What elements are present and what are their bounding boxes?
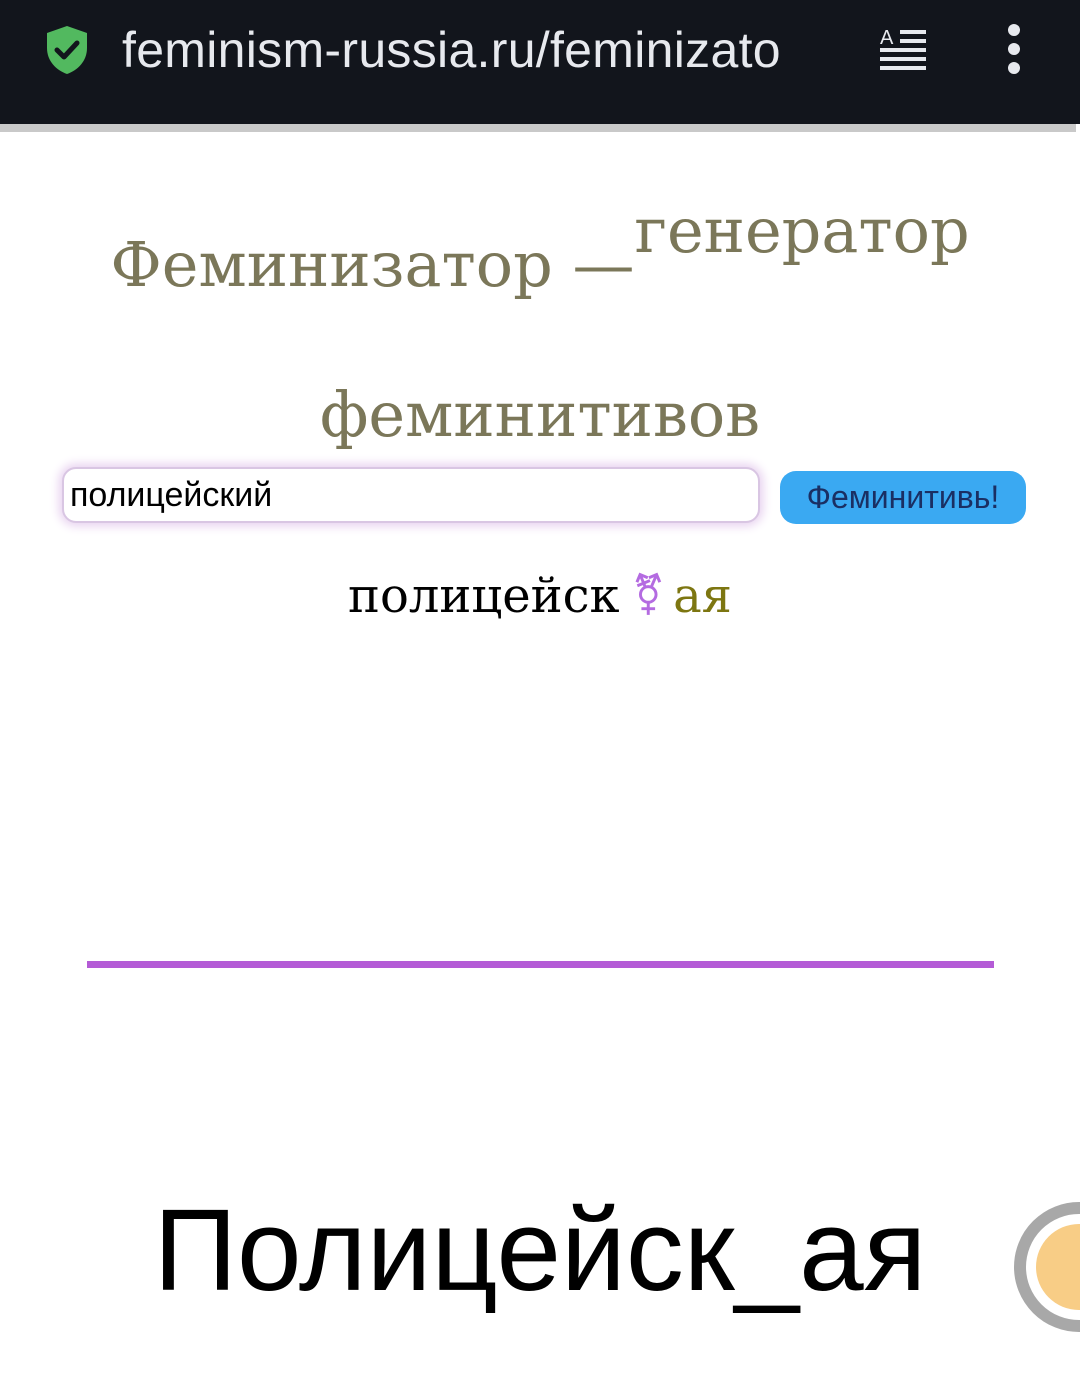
shield-check-icon[interactable] [44,24,90,76]
scroll-top-button-face [1036,1224,1080,1310]
transgender-symbol-icon: ⚧ [631,572,666,618]
word-input[interactable] [62,467,760,523]
big-result-text: Полицейск_ая [153,1185,927,1315]
url-text[interactable]: feminism-russia.ru/feminizato [122,18,850,82]
more-vertical-icon[interactable] [996,22,1032,76]
title-main: Феминизатор — [110,228,635,301]
result-line: полицейск ⚧ ая [0,560,1080,631]
title-superscript: генератор [634,194,970,267]
browser-address-bar: feminism-russia.ru/feminizato A [0,0,1080,124]
page: feminism-russia.ru/feminizato A Феминиза… [0,0,1080,1373]
page-title: Феминизатор —генератор феминитивов [0,190,1080,490]
divider [87,961,994,968]
result-stem: полицейск [348,568,620,624]
reader-mode-icon[interactable]: A [878,24,930,72]
toolbar-shadow [0,124,1076,132]
title-line2: феминитивов [319,378,761,451]
svg-text:A: A [880,27,894,49]
result-suffix: ая [673,568,732,624]
feminize-button[interactable]: Феминитивь! [780,471,1026,524]
